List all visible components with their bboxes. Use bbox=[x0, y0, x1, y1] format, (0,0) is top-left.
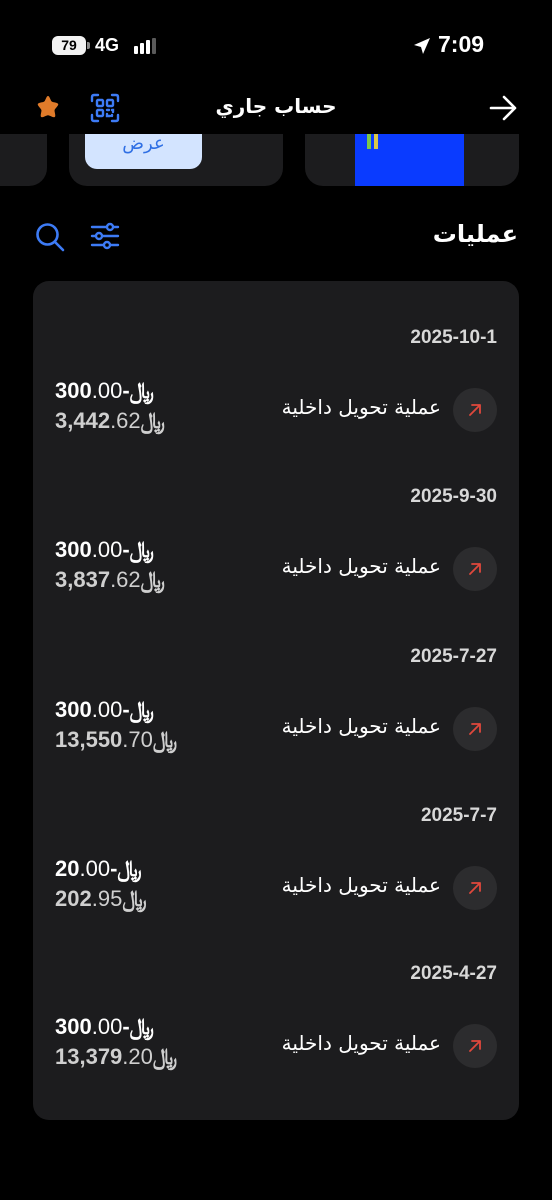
transaction-date: 2025-4-27 bbox=[410, 963, 497, 984]
currency-symbol: ﷼ bbox=[129, 378, 154, 403]
account-card-left[interactable] bbox=[0, 134, 47, 186]
currency-symbol: ﷼ bbox=[129, 1014, 154, 1039]
transaction-date: 2025-10-1 bbox=[410, 327, 497, 348]
transaction-date: 2025-7-27 bbox=[410, 646, 497, 667]
currency-symbol: ﷼ bbox=[152, 1044, 178, 1069]
transaction-date: 2025-7-7 bbox=[420, 805, 497, 826]
outgoing-arrow-icon bbox=[453, 866, 497, 910]
currency-symbol: ﷼ bbox=[152, 727, 178, 752]
section-title: عمليات bbox=[432, 220, 518, 248]
balance-after: ﷼3,837.62 bbox=[55, 567, 166, 592]
battery-indicator: 79 bbox=[52, 36, 90, 55]
account-card-middle[interactable]: عرض bbox=[69, 134, 283, 186]
outgoing-arrow-icon bbox=[453, 1024, 497, 1068]
outgoing-arrow-icon bbox=[453, 388, 497, 432]
transaction-label: عملية تحويل داخلية bbox=[281, 395, 441, 419]
transaction-amount: ﷼-300.00 bbox=[55, 537, 154, 562]
transaction-amounts: ﷼-300.00 ﷼13,550.70 bbox=[55, 697, 225, 757]
transaction-amounts: ﷼-20.00 ﷼202.95 bbox=[55, 856, 225, 916]
balance-after: ﷼3,442.62 bbox=[55, 408, 166, 433]
outgoing-arrow-icon bbox=[453, 707, 497, 751]
transaction-row[interactable]: عملية تحويل داخلية ﷼-300.00 ﷼13,550.70 bbox=[33, 695, 519, 765]
transaction-amount: ﷼-300.00 bbox=[55, 1014, 154, 1039]
balance-after: ﷼13,379.20 bbox=[55, 1044, 178, 1069]
currency-symbol: ﷼ bbox=[122, 886, 147, 911]
transaction-group: 2025-7-27 عملية تحويل داخلية ﷼-300.00 ﷼1… bbox=[33, 600, 519, 760]
outgoing-arrow-icon bbox=[453, 547, 497, 591]
status-bar: 79 4G 7:09 bbox=[0, 0, 552, 90]
transaction-amount: ﷼-300.00 bbox=[55, 697, 154, 722]
transaction-label: عملية تحويل داخلية bbox=[281, 554, 441, 578]
view-button[interactable]: عرض bbox=[85, 134, 202, 169]
transaction-group: 2025-4-27 عملية تحويل داخلية ﷼-300.00 ﷼1… bbox=[33, 917, 519, 1077]
transaction-group: 2025-9-30 عملية تحويل داخلية ﷼-300.00 ﷼3… bbox=[33, 440, 519, 600]
transactions-panel: 2025-10-1 عملية تحويل داخلية ﷼-300.00 ﷼3… bbox=[33, 281, 519, 1120]
transaction-amounts: ﷼-300.00 ﷼3,442.62 bbox=[55, 378, 225, 438]
network-type: 4G bbox=[95, 35, 120, 55]
account-card-right[interactable] bbox=[305, 134, 519, 186]
currency-symbol: ﷼ bbox=[117, 856, 142, 881]
currency-symbol: ﷼ bbox=[129, 537, 154, 562]
transaction-amount: ﷼-20.00 bbox=[55, 856, 142, 881]
card-image bbox=[355, 134, 464, 186]
transaction-group: 2025-7-7 عملية تحويل داخلية ﷼-20.00 ﷼202… bbox=[33, 759, 519, 919]
currency-symbol: ﷼ bbox=[140, 408, 166, 433]
transaction-row[interactable]: عملية تحويل داخلية ﷼-300.00 ﷼3,442.62 bbox=[33, 376, 519, 446]
search-icon[interactable] bbox=[35, 222, 65, 252]
location-icon bbox=[414, 38, 430, 54]
transaction-row[interactable]: عملية تحويل داخلية ﷼-20.00 ﷼202.95 bbox=[33, 854, 519, 924]
transaction-group: 2025-10-1 عملية تحويل داخلية ﷼-300.00 ﷼3… bbox=[33, 281, 519, 441]
signal-icon bbox=[134, 38, 160, 54]
transaction-amounts: ﷼-300.00 ﷼13,379.20 bbox=[55, 1014, 225, 1074]
currency-symbol: ﷼ bbox=[140, 567, 166, 592]
page-title: حساب جاري bbox=[215, 94, 337, 118]
filter-icon[interactable] bbox=[90, 222, 120, 250]
transaction-amount: ﷼-300.00 bbox=[55, 378, 154, 403]
top-header: حساب جاري bbox=[0, 84, 552, 132]
clock: 7:09 bbox=[438, 31, 485, 57]
balance-after: ﷼202.95 bbox=[55, 886, 147, 911]
transaction-label: عملية تحويل داخلية bbox=[281, 1031, 441, 1055]
balance-after: ﷼13,550.70 bbox=[55, 727, 178, 752]
back-arrow-icon[interactable] bbox=[488, 94, 518, 122]
currency-symbol: ﷼ bbox=[129, 697, 154, 722]
transaction-date: 2025-9-30 bbox=[410, 486, 497, 507]
transaction-row[interactable]: عملية تحويل داخلية ﷼-300.00 ﷼13,379.20 bbox=[33, 1012, 519, 1082]
transaction-amounts: ﷼-300.00 ﷼3,837.62 bbox=[55, 537, 225, 597]
transaction-label: عملية تحويل داخلية bbox=[281, 714, 441, 738]
transaction-row[interactable]: عملية تحويل داخلية ﷼-300.00 ﷼3,837.62 bbox=[33, 535, 519, 605]
transaction-label: عملية تحويل داخلية bbox=[281, 873, 441, 897]
